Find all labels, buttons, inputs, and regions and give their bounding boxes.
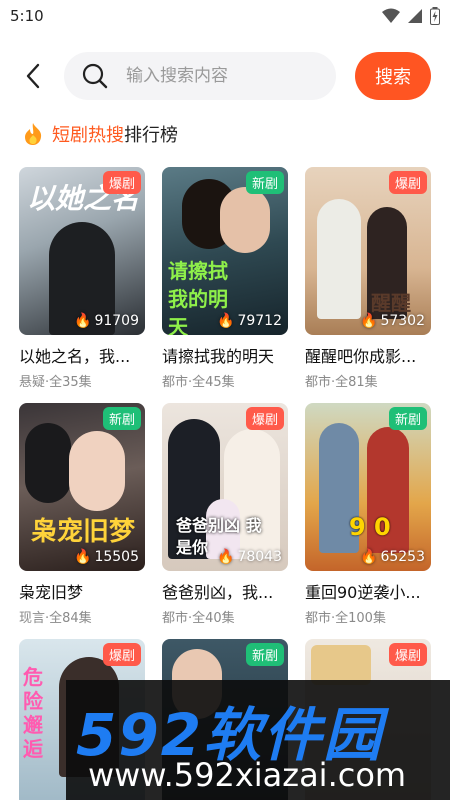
drama-poster[interactable]: 枭宠旧梦 新剧 🔥 15505 [19, 403, 145, 571]
hot-badge: 爆剧 [245, 407, 284, 430]
drama-card[interactable]: 醒醒 爆剧 🔥 57302 醒醒吧你成影... 都市·全81集 [305, 167, 431, 390]
drama-title[interactable]: 以她之名，我... [19, 343, 145, 367]
view-count-value: 65253 [380, 549, 425, 565]
drama-meta: 都市·全45集 [162, 375, 235, 390]
flame-small-icon: 🔥 [74, 313, 92, 329]
poster-figure [311, 645, 371, 685]
drama-card[interactable]: 以她之名 爆剧 🔥 91709 以她之名，我... 悬疑·全35集 [19, 167, 145, 390]
flame-small-icon: 🔥 [217, 549, 235, 565]
poster-title-art: 枭宠旧梦 [31, 517, 136, 547]
view-count: 🔥 65253 [360, 549, 425, 565]
poster-figure [69, 431, 125, 511]
view-count: 🔥 15505 [74, 549, 139, 565]
drama-poster[interactable]: 以她之名 爆剧 🔥 91709 [19, 167, 145, 335]
new-badge: 新剧 [245, 643, 284, 666]
drama-card[interactable]: 爸爸别凶 我是你 爆剧 🔥 78043 爸爸别凶，我... 都市·全40集 [162, 403, 288, 626]
drama-poster[interactable]: 9 0 新剧 🔥 65253 [305, 403, 431, 571]
poster-title-art: 醒醒 [371, 291, 411, 315]
view-count-value: 79712 [237, 313, 282, 329]
view-count-value: 15505 [94, 549, 139, 565]
drama-meta: 都市·全40集 [162, 611, 235, 626]
drama-card[interactable]: 9 0 新剧 🔥 65253 重回90逆袭小... 都市·全100集 [305, 403, 431, 626]
flame-small-icon: 🔥 [360, 549, 378, 565]
view-count: 🔥 57302 [360, 313, 425, 329]
drama-title[interactable]: 请擦拭我的明天 [162, 343, 288, 367]
new-badge: 新剧 [102, 407, 141, 430]
drama-title[interactable]: 枭宠旧梦 [19, 579, 145, 603]
view-count-value: 78043 [237, 549, 282, 565]
new-badge: 新剧 [388, 407, 427, 430]
view-count-value: 57302 [380, 313, 425, 329]
poster-figure [317, 199, 361, 319]
drama-card[interactable]: 枭宠旧梦 新剧 🔥 15505 枭宠旧梦 现言·全84集 [19, 403, 145, 626]
drama-poster[interactable]: 醒醒 爆剧 🔥 57302 [305, 167, 431, 335]
poster-title-art: 危险邂逅 [23, 665, 43, 761]
poster-figure [220, 187, 270, 253]
drama-meta: 悬疑·全35集 [19, 375, 92, 390]
poster-figure [25, 423, 71, 503]
view-count: 🔥 79712 [217, 313, 282, 329]
watermark-url: www.592xiazai.com [88, 756, 407, 794]
hot-badge: 爆剧 [388, 171, 427, 194]
poster-title-art: 9 0 [349, 513, 391, 541]
view-count-value: 91709 [94, 313, 139, 329]
drama-meta: 都市·全81集 [305, 375, 378, 390]
view-count: 🔥 91709 [74, 313, 139, 329]
drama-meta: 现言·全84集 [19, 611, 92, 626]
flame-small-icon: 🔥 [217, 313, 235, 329]
flame-small-icon: 🔥 [74, 549, 92, 565]
drama-title[interactable]: 爸爸别凶，我... [162, 579, 288, 603]
drama-poster[interactable]: 请擦拭 我的明天 新剧 🔥 79712 [162, 167, 288, 335]
watermark-banner: 592软件园 www.592xiazai.com [66, 680, 450, 800]
drama-meta: 都市·全100集 [305, 611, 386, 626]
drama-poster[interactable]: 爸爸别凶 我是你 爆剧 🔥 78043 [162, 403, 288, 571]
drama-title[interactable]: 重回90逆袭小... [305, 579, 431, 603]
view-count: 🔥 78043 [217, 549, 282, 565]
drama-title[interactable]: 醒醒吧你成影... [305, 343, 431, 367]
hot-badge: 爆剧 [102, 643, 141, 666]
new-badge: 新剧 [245, 171, 284, 194]
flame-small-icon: 🔥 [360, 313, 378, 329]
drama-card[interactable]: 请擦拭 我的明天 新剧 🔥 79712 请擦拭我的明天 都市·全45集 [162, 167, 288, 390]
hot-badge: 爆剧 [102, 171, 141, 194]
hot-badge: 爆剧 [388, 643, 427, 666]
